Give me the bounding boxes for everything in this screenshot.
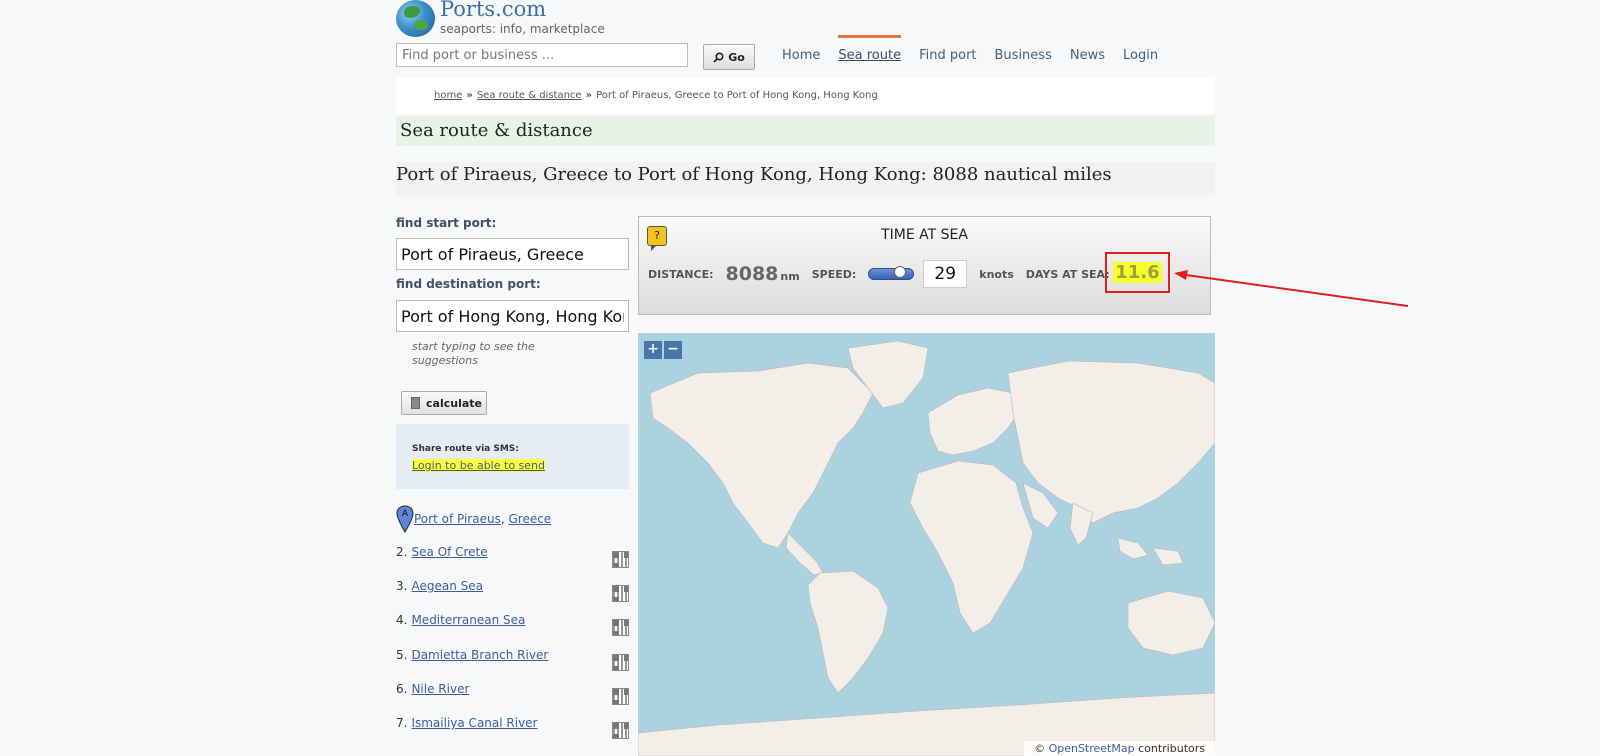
destination-port-input[interactable]: [396, 300, 629, 332]
days-at-sea-value: 11.6: [1113, 262, 1162, 283]
nav-find-port[interactable]: Find port: [919, 48, 976, 63]
route-waypoint-list: 2. Sea Of Crete 3. Aegean Sea 4. Mediter…: [396, 545, 629, 750]
waypoint-link[interactable]: Nile River: [411, 682, 469, 696]
nav-sea-route[interactable]: Sea route: [838, 35, 901, 63]
calculate-button[interactable]: calculate: [401, 391, 487, 415]
site-tagline: seaports: info, marketplace: [440, 22, 605, 36]
speed-unit: knots: [979, 267, 1014, 281]
world-map[interactable]: + − © OpenStreetMap contributors: [638, 333, 1215, 756]
breadcrumb: home» Sea route & distance» Port of Piraeu…: [396, 77, 1215, 114]
sms-share-box: Share route via SMS: Login to be able to…: [396, 424, 629, 489]
list-item: 4. Mediterranean Sea: [396, 613, 629, 647]
item-number: 2.: [396, 545, 408, 559]
item-number: 6.: [396, 681, 408, 696]
destination-port-label: find destination port:: [396, 277, 541, 291]
attribution-contributors: contributors: [1138, 742, 1205, 755]
start-port-entry: Port of Piraeus, Greece: [414, 512, 552, 526]
start-port-input[interactable]: [396, 238, 629, 270]
speed-input[interactable]: [923, 260, 968, 288]
days-at-sea-highlight-box: 11.6: [1105, 252, 1170, 293]
start-port-link[interactable]: Port of Piraeus: [414, 512, 501, 526]
days-label: DAYS AT SEA:: [1025, 267, 1110, 281]
breadcrumb-current: Port of Piraeus, Greece to Port of Hong …: [596, 90, 878, 101]
sms-label: Share route via SMS:: [412, 444, 519, 454]
zoom-in-button[interactable]: +: [644, 341, 662, 359]
qr-code-icon[interactable]: [612, 687, 629, 705]
qr-code-icon[interactable]: [612, 653, 629, 671]
distance-value: 8088: [725, 263, 779, 285]
distance-unit: nm: [780, 269, 800, 283]
list-item: 7. Ismailiya Canal River: [396, 716, 629, 750]
item-number: 3.: [396, 579, 408, 594]
map-marker-a-icon: A: [396, 505, 414, 533]
globe-logo-icon[interactable]: [396, 0, 435, 37]
go-button[interactable]: Go: [703, 44, 755, 70]
page-title: Port of Piraeus, Greece to Port of Hong …: [396, 162, 1215, 196]
item-number: 4.: [396, 613, 408, 628]
site-logo[interactable]: Ports.com: [440, 0, 546, 21]
qr-code-icon[interactable]: [612, 721, 629, 739]
waypoint-link[interactable]: Mediterranean Sea: [411, 613, 525, 627]
copyright-symbol: ©: [1034, 742, 1046, 755]
waypoint-link[interactable]: Ismailiya Canal River: [411, 716, 537, 730]
time-at-sea-title: TIME AT SEA: [881, 227, 968, 243]
qr-code-icon[interactable]: [612, 585, 629, 603]
item-number: 5.: [396, 647, 408, 662]
zoom-out-button[interactable]: −: [664, 341, 682, 359]
calculator-icon: [411, 397, 420, 409]
distance-label: DISTANCE:: [648, 267, 714, 281]
breadcrumb-separator: »: [585, 90, 593, 101]
page: Ports.com seaports: info, marketplace Go…: [396, 0, 1215, 756]
list-item: 6. Nile River: [396, 682, 629, 716]
marker-letter: A: [402, 509, 409, 519]
map-attribution: © OpenStreetMap contributors: [1024, 741, 1215, 756]
waypoint-link[interactable]: Damietta Branch River: [411, 648, 548, 662]
search-input[interactable]: [396, 43, 688, 67]
waypoint-link[interactable]: Aegean Sea: [411, 579, 483, 593]
sms-login-link[interactable]: Login to be able to send: [412, 459, 545, 472]
world-map-land: [638, 340, 1215, 756]
calculate-label: calculate: [426, 396, 482, 410]
nav-business[interactable]: Business: [995, 48, 1052, 63]
waypoint-link[interactable]: Sea Of Crete: [411, 545, 487, 559]
speed-label: SPEED:: [811, 267, 857, 281]
start-port-label: find start port:: [396, 216, 497, 230]
list-item: 2. Sea Of Crete: [396, 545, 629, 579]
nav-home[interactable]: Home: [782, 48, 820, 63]
time-at-sea-row: DISTANCE: 8088 nm SPEED: knots DAYS AT S…: [648, 257, 1110, 291]
breadcrumb-sea-route[interactable]: Sea route & distance: [477, 90, 582, 101]
qr-code-icon[interactable]: [612, 551, 629, 568]
breadcrumb-home[interactable]: home: [434, 90, 462, 101]
qr-code-icon[interactable]: [612, 619, 629, 637]
main-nav: Home Sea route Find port Business News L…: [782, 35, 1158, 63]
go-label: Go: [728, 50, 745, 64]
section-title: Sea route & distance: [396, 116, 1215, 146]
list-item: 5. Damietta Branch River: [396, 648, 629, 682]
breadcrumb-separator: »: [466, 90, 473, 101]
start-country-link[interactable]: Greece: [508, 512, 551, 526]
item-number: 7.: [396, 715, 408, 730]
search-icon: [713, 51, 724, 63]
time-at-sea-panel: ? TIME AT SEA DISTANCE: 8088 nm SPEED: k…: [638, 216, 1211, 315]
annotation-arrow-icon: [1174, 270, 1409, 307]
speed-slider[interactable]: [868, 266, 915, 280]
openstreetmap-link[interactable]: OpenStreetMap: [1049, 742, 1135, 755]
zoom-controls: + −: [644, 341, 682, 359]
nav-news[interactable]: News: [1070, 48, 1105, 63]
nav-login[interactable]: Login: [1123, 48, 1158, 63]
input-hint: start typing to see the suggestions: [412, 340, 535, 367]
list-item: 3. Aegean Sea: [396, 579, 629, 613]
